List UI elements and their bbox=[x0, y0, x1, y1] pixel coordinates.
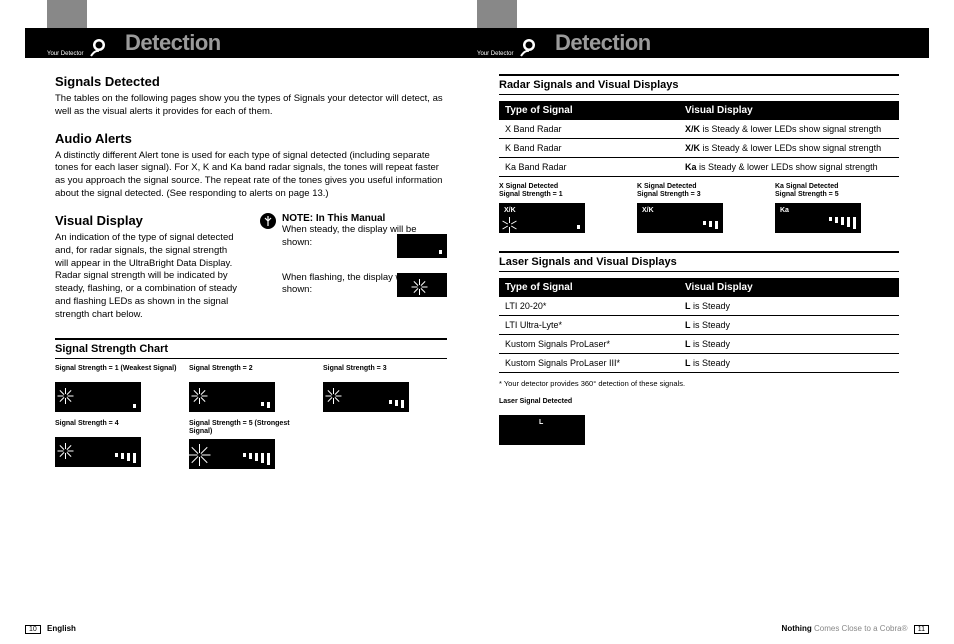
footnote: * Your detector provides 360° detection … bbox=[499, 379, 899, 388]
display-box: X/K bbox=[637, 203, 723, 233]
header-tab-left bbox=[47, 0, 87, 28]
col-header: Type of Signal bbox=[499, 101, 679, 120]
laser-table: Type of Signal Visual Display LTI 20-20*… bbox=[499, 278, 899, 373]
footer-left: 10 English bbox=[25, 624, 76, 634]
radar-table: Type of Signal Visual Display X Band Rad… bbox=[499, 101, 899, 177]
cobra-icon bbox=[515, 38, 539, 58]
col-header: Visual Display bbox=[679, 101, 899, 120]
cell: K Band Radar bbox=[499, 139, 679, 158]
brand-block-right: Your Detector bbox=[477, 38, 539, 58]
col-header: Visual Display bbox=[679, 278, 899, 297]
display-box: X/K bbox=[499, 203, 585, 233]
heading-audio-alerts: Audio Alerts bbox=[55, 131, 447, 146]
laser-example-label: Laser Signal Detected bbox=[499, 398, 899, 412]
page-left: Signals Detected The tables on the follo… bbox=[25, 66, 477, 619]
band-text: Ka bbox=[780, 207, 789, 214]
example-cell: X Signal DetectedSignal Strength = 1 X/K bbox=[499, 183, 623, 233]
footer-slogan-bold: Nothing bbox=[782, 624, 814, 633]
header-right: Your Detector Detection bbox=[477, 28, 929, 58]
display-box bbox=[323, 382, 409, 412]
signal-strength-chart: Signal Strength = 1 (Weakest Signal) Sig… bbox=[55, 365, 447, 470]
cell: L is Steady bbox=[679, 297, 899, 316]
page-right: Radar Signals and Visual Displays Type o… bbox=[477, 66, 929, 619]
table-row: X Band RadarX/K is Steady & lower LEDs s… bbox=[499, 120, 899, 139]
cell: L is Steady bbox=[679, 315, 899, 334]
chart-label: Signal Strength = 3 bbox=[323, 365, 447, 379]
chart-label: Signal Strength = 1 (Weakest Signal) bbox=[55, 365, 179, 379]
footer: 10 English Nothing Comes Close to a Cobr… bbox=[25, 624, 929, 634]
chart-cell: Signal Strength = 4 bbox=[55, 420, 179, 470]
display-box bbox=[55, 437, 141, 467]
display-box bbox=[189, 382, 275, 412]
section-title-left: Detection bbox=[125, 30, 221, 56]
example-label: X Signal DetectedSignal Strength = 1 bbox=[499, 183, 623, 200]
cell: X/K is Steady & lower LEDs show signal s… bbox=[679, 120, 899, 139]
page-number: 11 bbox=[914, 625, 929, 634]
table-row: LTI Ultra-Lyte*L is Steady bbox=[499, 315, 899, 334]
brand-text: Your Detector bbox=[47, 51, 83, 58]
cell: Kustom Signals ProLaser III* bbox=[499, 353, 679, 372]
cell: X/K is Steady & lower LEDs show signal s… bbox=[679, 139, 899, 158]
chart-cell: Signal Strength = 3 bbox=[323, 365, 447, 412]
display-box: Ka bbox=[775, 203, 861, 233]
chart-cell: Signal Strength = 1 (Weakest Signal) bbox=[55, 365, 179, 412]
paragraph: A distinctly different Alert tone is use… bbox=[55, 150, 447, 201]
footer-right: Nothing Comes Close to a Cobra® 11 bbox=[782, 624, 929, 634]
band-text: X/K bbox=[504, 207, 516, 214]
cell: X Band Radar bbox=[499, 120, 679, 139]
cell: LTI 20-20* bbox=[499, 297, 679, 316]
col-header: Type of Signal bbox=[499, 278, 679, 297]
cell: L is Steady bbox=[679, 334, 899, 353]
footer-slogan: Comes Close to a Cobra® bbox=[814, 624, 908, 633]
header-band: Your Detector Detection Your Detector De… bbox=[25, 28, 929, 58]
chart-cell: Signal Strength = 2 bbox=[189, 365, 313, 412]
chart-cell: Signal Strength = 5 (Strongest Signal) bbox=[189, 420, 313, 470]
table-row: Kustom Signals ProLaser*L is Steady bbox=[499, 334, 899, 353]
table-row: Ka Band RadarKa is Steady & lower LEDs s… bbox=[499, 158, 899, 177]
footer-lang: English bbox=[47, 624, 76, 633]
display-box-laser: L bbox=[499, 415, 585, 445]
display-flashing-example bbox=[397, 273, 447, 297]
band-text: L bbox=[539, 419, 543, 426]
laser-table-title: Laser Signals and Visual Displays bbox=[499, 251, 899, 272]
table-row: K Band RadarX/K is Steady & lower LEDs s… bbox=[499, 139, 899, 158]
cell: Ka is Steady & lower LEDs show signal st… bbox=[679, 158, 899, 177]
header-left: Your Detector Detection bbox=[25, 28, 477, 58]
example-cell: Ka Signal DetectedSignal Strength = 5 Ka bbox=[775, 183, 899, 233]
cell: LTI Ultra-Lyte* bbox=[499, 315, 679, 334]
chart-title: Signal Strength Chart bbox=[55, 338, 447, 359]
paragraph: An indication of the type of signal dete… bbox=[55, 232, 242, 322]
heading-signals-detected: Signals Detected bbox=[55, 74, 447, 89]
brand-text: Your Detector bbox=[477, 51, 513, 58]
chart-label: Signal Strength = 2 bbox=[189, 365, 313, 379]
example-cell: K Signal DetectedSignal Strength = 3 X/K bbox=[637, 183, 761, 233]
brand-block-left: Your Detector bbox=[47, 38, 109, 58]
section-title-right: Detection bbox=[555, 30, 651, 56]
display-box bbox=[55, 382, 141, 412]
cell: Kustom Signals ProLaser* bbox=[499, 334, 679, 353]
table-row: Kustom Signals ProLaser III*L is Steady bbox=[499, 353, 899, 372]
band-text: X/K bbox=[642, 207, 654, 214]
display-steady-example bbox=[397, 234, 447, 258]
cobra-icon bbox=[85, 38, 109, 58]
cell: Ka Band Radar bbox=[499, 158, 679, 177]
header-tab-right bbox=[477, 0, 517, 28]
heading-visual-display: Visual Display bbox=[55, 213, 242, 228]
chart-label: Signal Strength = 4 bbox=[55, 420, 179, 434]
example-label: Ka Signal DetectedSignal Strength = 5 bbox=[775, 183, 899, 200]
display-box bbox=[189, 439, 275, 469]
paragraph: The tables on the following pages show y… bbox=[55, 93, 447, 119]
note-icon bbox=[260, 213, 276, 229]
page-number: 10 bbox=[25, 625, 41, 634]
note-heading: NOTE: In This Manual bbox=[282, 213, 447, 224]
radar-table-title: Radar Signals and Visual Displays bbox=[499, 74, 899, 95]
example-label: K Signal DetectedSignal Strength = 3 bbox=[637, 183, 761, 200]
cell: L is Steady bbox=[679, 353, 899, 372]
table-row: LTI 20-20*L is Steady bbox=[499, 297, 899, 316]
radar-examples: X Signal DetectedSignal Strength = 1 X/K… bbox=[499, 183, 899, 233]
chart-label: Signal Strength = 5 (Strongest Signal) bbox=[189, 420, 313, 437]
